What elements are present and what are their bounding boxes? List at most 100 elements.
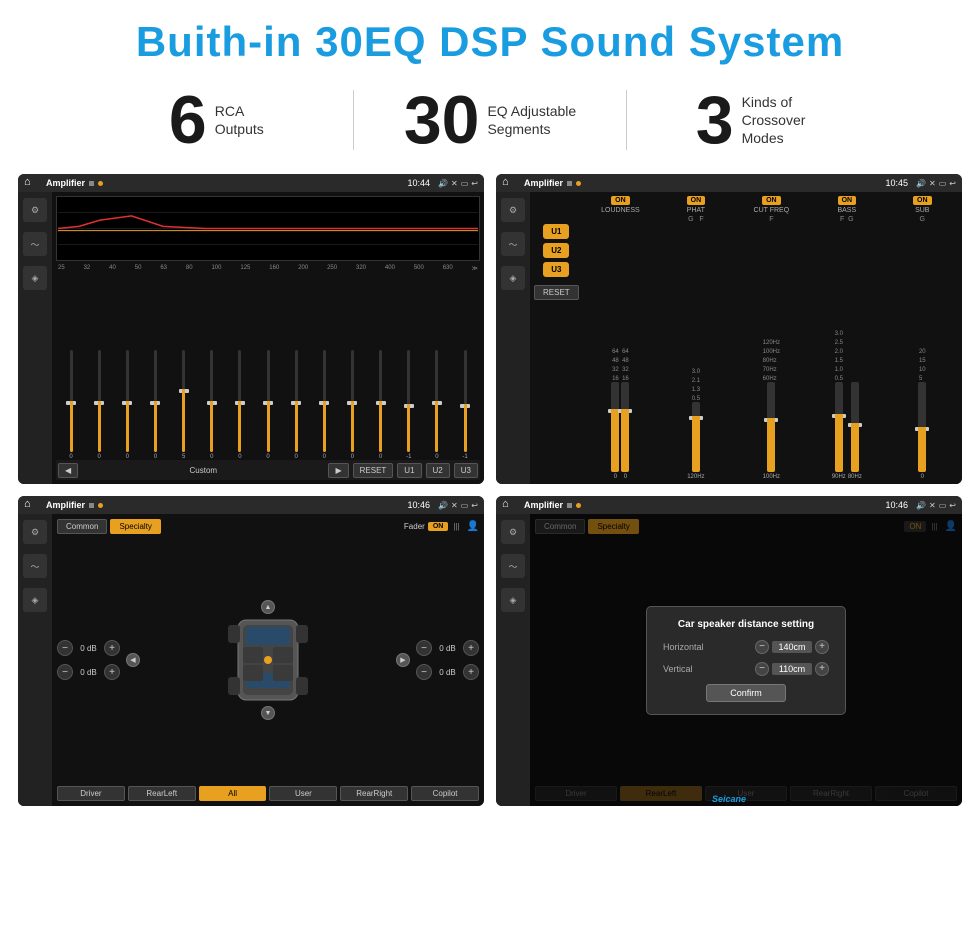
eq-slider-5[interactable]: 0 — [199, 350, 225, 460]
phat-slider[interactable] — [692, 402, 700, 472]
u1-btn-1[interactable]: U1 — [397, 463, 421, 478]
eq-side-icon-2[interactable]: ⚙ — [501, 198, 525, 222]
sp-val-tr: 0 dB — [435, 644, 460, 653]
page-title: Buith-in 30EQ DSP Sound System — [0, 18, 980, 66]
header: Buith-in 30EQ DSP Sound System — [0, 0, 980, 76]
rearright-btn[interactable]: RearRight — [340, 786, 408, 801]
vertical-plus[interactable]: + — [815, 662, 829, 676]
wave-side-icon-4[interactable]: 〜 — [501, 554, 525, 578]
u2-btn-1[interactable]: U2 — [426, 463, 450, 478]
speaker-side-icon-2[interactable]: ◈ — [501, 266, 525, 290]
horizontal-plus[interactable]: + — [815, 640, 829, 654]
reset-btn-2[interactable]: RESET — [534, 285, 579, 300]
eq-slider-3[interactable]: 0 — [142, 350, 168, 460]
sp-ctrl-bl: − 0 dB + — [57, 664, 120, 680]
u3-btn[interactable]: U3 — [543, 262, 569, 277]
sp-plus-tl[interactable]: + — [104, 640, 120, 656]
eq-slider-12[interactable]: -1 — [396, 350, 422, 460]
fader-label-3: Fader — [404, 522, 425, 531]
speaker-side-icon[interactable]: ◈ — [23, 266, 47, 290]
dialog-vertical-row: Vertical − 110cm + — [663, 662, 829, 676]
fader-on-3[interactable]: ON — [428, 522, 449, 531]
screen-speaker: ⌂ Amplifier 10:46 🔊 ✕ ▭ ↩ ⚙ 〜 ◈ Common S… — [18, 496, 484, 806]
eq-slider-1[interactable]: 0 — [86, 350, 112, 460]
stat-eq: 30 EQ Adjustable Segments — [354, 86, 627, 154]
tab-specialty-3[interactable]: Specialty — [110, 519, 160, 534]
eq-slider-9[interactable]: 0 — [311, 350, 337, 460]
speaker-side-icon-3[interactable]: ◈ — [23, 588, 47, 612]
eq-slider-8[interactable]: 0 — [283, 350, 309, 460]
eq-graph — [56, 196, 480, 261]
eq-slider-13[interactable]: 0 — [424, 350, 450, 460]
eq-side-icon-3[interactable]: ⚙ — [23, 520, 47, 544]
sc3-bottom-buttons: Driver RearLeft All User RearRight Copil… — [57, 786, 479, 801]
next-btn[interactable]: ▶ — [328, 463, 348, 478]
reset-btn-1[interactable]: RESET — [353, 463, 394, 478]
eq-side-icon[interactable]: ⚙ — [23, 198, 47, 222]
time-1: 10:44 — [408, 178, 431, 188]
eq-slider-11[interactable]: 0 — [368, 350, 394, 460]
vertical-minus[interactable]: − — [755, 662, 769, 676]
loudness-slider-2[interactable] — [621, 382, 629, 472]
prev-btn[interactable]: ◀ — [58, 463, 78, 478]
sp-minus-tr[interactable]: − — [416, 640, 432, 656]
sp-minus-br[interactable]: − — [416, 664, 432, 680]
sp-minus-tl[interactable]: − — [57, 640, 73, 656]
profile-icon-3[interactable]: 👤 — [467, 521, 479, 532]
ch-on-loudness[interactable]: ON — [611, 196, 630, 205]
u2-btn[interactable]: U2 — [543, 243, 569, 258]
u1-btn[interactable]: U1 — [543, 224, 569, 239]
bass-slider-2[interactable] — [851, 382, 859, 472]
wave-side-icon[interactable]: 〜 — [23, 232, 47, 256]
ch-on-sub[interactable]: ON — [913, 196, 932, 205]
home-icon-1: ⌂ — [24, 176, 38, 190]
status-bar-3: ⌂ Amplifier 10:46 🔊 ✕ ▭ ↩ — [18, 496, 484, 514]
all-btn[interactable]: All — [199, 786, 267, 801]
speaker-side-icon-4[interactable]: ◈ — [501, 588, 525, 612]
tab-common-3[interactable]: Common — [57, 519, 107, 534]
eq-slider-7[interactable]: 0 — [255, 350, 281, 460]
wave-side-icon-2[interactable]: 〜 — [501, 232, 525, 256]
sp-minus-bl[interactable]: − — [57, 664, 73, 680]
ch-on-bass[interactable]: ON — [838, 196, 857, 205]
back-icon-2: ↩ — [949, 179, 956, 188]
cutfreq-slider[interactable] — [767, 382, 775, 472]
nav-right[interactable]: ▶ — [396, 653, 410, 667]
eq-slider-14[interactable]: -1 — [452, 350, 478, 460]
horizontal-minus[interactable]: − — [755, 640, 769, 654]
nav-left[interactable]: ◀ — [126, 653, 140, 667]
rearleft-btn[interactable]: RearLeft — [128, 786, 196, 801]
copilot-btn[interactable]: Copilot — [411, 786, 479, 801]
speaker-icon-4: 🔊 — [916, 501, 926, 510]
status-bar-1: ⌂ Amplifier 10:44 🔊 ✕ ▭ ↩ — [18, 174, 484, 192]
ch-sub: ON SUB G 2015105 0 — [887, 196, 958, 480]
eq-slider-0[interactable]: 0 — [58, 350, 84, 460]
eq-side-icon-4[interactable]: ⚙ — [501, 520, 525, 544]
nav-down[interactable]: ▼ — [261, 706, 275, 720]
nav-up[interactable]: ▲ — [261, 600, 275, 614]
eq-slider-10[interactable]: 0 — [339, 350, 365, 460]
sp-plus-br[interactable]: + — [463, 664, 479, 680]
driver-btn[interactable]: Driver — [57, 786, 125, 801]
ch-on-phat[interactable]: ON — [687, 196, 706, 205]
confirm-button[interactable]: Confirm — [706, 684, 786, 702]
eq-slider-2[interactable]: 0 — [114, 350, 140, 460]
sc4-main-panel: Common Specialty ON ||| 👤 Background con… — [530, 514, 962, 806]
dialog-vertical-ctrl: − 110cm + — [755, 662, 829, 676]
close-icon-2: ✕ — [929, 179, 936, 188]
sp-plus-bl[interactable]: + — [104, 664, 120, 680]
eq-slider-6[interactable]: 0 — [227, 350, 253, 460]
u3-btn-1[interactable]: U3 — [454, 463, 478, 478]
loudness-slider[interactable] — [611, 382, 619, 472]
time-3: 10:46 — [408, 500, 431, 510]
sp-plus-tr[interactable]: + — [463, 640, 479, 656]
eq-slider-4[interactable]: 5 — [171, 350, 197, 460]
ch-on-cutfreq[interactable]: ON — [762, 196, 781, 205]
wave-side-icon-3[interactable]: 〜 — [23, 554, 47, 578]
user-btn[interactable]: User — [269, 786, 337, 801]
sp-val-br: 0 dB — [435, 668, 460, 677]
sub-slider[interactable] — [918, 382, 926, 472]
bass-slider-1[interactable] — [835, 382, 843, 472]
screen-eq: ⌂ Amplifier 10:44 🔊 ✕ ▭ ↩ ⚙ 〜 ◈ — [18, 174, 484, 484]
stats-row: 6 RCA Outputs 30 EQ Adjustable Segments … — [0, 76, 980, 169]
